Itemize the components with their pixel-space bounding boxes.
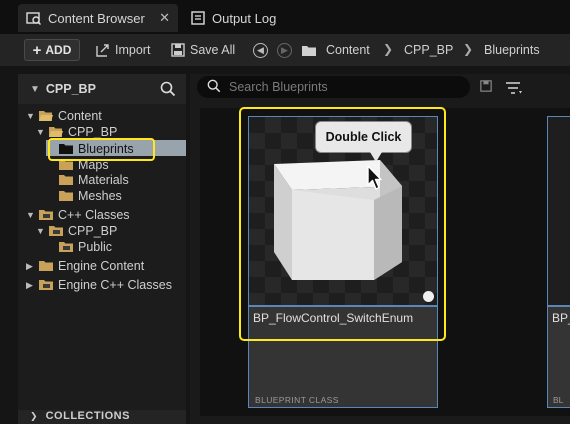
double-click-callout: Double Click — [315, 121, 412, 153]
tree-item-label: Engine C++ Classes — [58, 278, 172, 292]
chevron-right-icon[interactable]: ❯ — [383, 42, 393, 56]
plus-icon: + — [32, 41, 42, 59]
tree-item-cpp-classes[interactable]: ▼ C++ Classes — [26, 207, 130, 223]
save-icon — [171, 43, 185, 57]
folder-open-icon — [48, 126, 64, 138]
save-all-button[interactable]: Save All — [171, 39, 235, 61]
chevron-down-icon[interactable]: ▼ — [26, 210, 36, 220]
add-button[interactable]: + ADD — [24, 39, 80, 61]
tree-item-engine-cpp-classes[interactable]: ▶ Engine C++ Classes — [26, 277, 172, 293]
search-icon[interactable] — [160, 81, 176, 100]
import-icon — [96, 43, 110, 57]
asset-class-label: BL — [553, 395, 564, 405]
tree-item-label: CPP_BP — [68, 125, 118, 139]
import-button-label: Import — [115, 43, 151, 57]
chevron-down-icon[interactable]: ▼ — [30, 84, 40, 95]
tree-item-label: Engine Content — [58, 259, 145, 273]
cpp-folder-icon — [48, 225, 64, 237]
tree-item-label: CPP_BP — [68, 224, 118, 238]
breadcrumb-content[interactable]: Content — [326, 43, 370, 57]
search-icon — [207, 79, 221, 96]
chevron-right-icon[interactable]: ▶ — [26, 280, 36, 291]
filter-icon[interactable] — [505, 81, 523, 98]
asset-thumbnail — [548, 117, 570, 305]
breadcrumb-cpp-bp[interactable]: CPP_BP — [404, 43, 453, 57]
tab-content-browser-label: Content Browser — [48, 10, 145, 26]
chevron-right-icon[interactable]: ❯ — [30, 411, 38, 421]
folder-open-icon — [38, 110, 54, 122]
tab-content-browser[interactable]: Content Browser ✕ — [18, 4, 178, 32]
collections-label: COLLECTIONS — [45, 410, 130, 422]
back-arrow-icon[interactable]: ◀ — [253, 43, 268, 58]
save-all-button-label: Save All — [190, 43, 236, 57]
mouse-cursor-icon — [367, 165, 383, 194]
sources-header-label: CPP_BP — [45, 82, 96, 96]
folder-icon — [301, 44, 317, 60]
asset-class-label: BLUEPRINT CLASS — [255, 395, 339, 405]
chevron-down-icon[interactable]: ▼ — [26, 111, 36, 121]
tree-item-cpp-bp-classes[interactable]: ▼ CPP_BP — [36, 223, 117, 239]
tree-item-label: Meshes — [78, 189, 122, 203]
save-search-icon[interactable] — [480, 80, 492, 95]
tree-item-label: Materials — [78, 173, 129, 187]
tab-bar: Content Browser ✕ Output Log — [0, 0, 570, 34]
import-button[interactable]: Import — [96, 39, 150, 61]
cpp-folder-icon — [38, 279, 54, 291]
asset-name: BP_ — [552, 311, 570, 325]
close-icon[interactable]: ✕ — [159, 10, 170, 26]
tab-output-log[interactable]: Output Log — [182, 4, 302, 32]
collections-header[interactable]: ❯ COLLECTIONS — [18, 410, 186, 424]
breadcrumb-blueprints[interactable]: Blueprints — [484, 43, 540, 57]
asset-view-bottom-bar — [200, 416, 570, 424]
sources-header[interactable]: ▼ CPP_BP — [18, 74, 186, 104]
folder-icon — [58, 174, 74, 186]
asset-type-bar — [548, 305, 570, 307]
cpp-folder-icon — [38, 209, 54, 221]
callout-tail — [370, 152, 382, 162]
chevron-down-icon[interactable]: ▼ — [36, 127, 46, 137]
search-placeholder: Search Blueprints — [229, 80, 328, 94]
toolbar: + ADD Import Save All ◀ ▶ Content ❯ CPP_… — [0, 34, 570, 66]
tree-item-materials[interactable]: Materials — [58, 172, 129, 188]
folder-icon — [38, 260, 54, 272]
callout-text: Double Click — [325, 130, 402, 144]
tree-item-label: Content — [58, 109, 102, 123]
folder-icon — [58, 190, 74, 202]
tree-item-public[interactable]: Public — [58, 239, 112, 255]
blueprints-highlight-box — [48, 138, 155, 161]
chevron-right-icon[interactable]: ▶ — [26, 261, 36, 272]
tree-item-meshes[interactable]: Meshes — [58, 188, 122, 204]
cpp-folder-icon — [58, 241, 74, 253]
tree-item-label: C++ Classes — [58, 208, 130, 222]
chevron-right-icon[interactable]: ❯ — [463, 42, 473, 56]
content-browser-icon — [26, 11, 42, 25]
tree-item-engine-content[interactable]: ▶ Engine Content — [26, 258, 144, 274]
tree-item-content[interactable]: ▼ Content — [26, 108, 102, 124]
forward-arrow-icon[interactable]: ▶ — [277, 43, 292, 58]
chevron-down-icon[interactable]: ▼ — [36, 226, 46, 236]
output-log-icon — [190, 11, 206, 25]
search-input[interactable]: Search Blueprints — [197, 76, 470, 98]
asset-tile[interactable]: BP_ BL — [547, 116, 570, 408]
tree-item-label: Public — [78, 240, 113, 254]
add-button-label: ADD — [45, 43, 72, 57]
tab-output-log-label: Output Log — [212, 10, 277, 26]
